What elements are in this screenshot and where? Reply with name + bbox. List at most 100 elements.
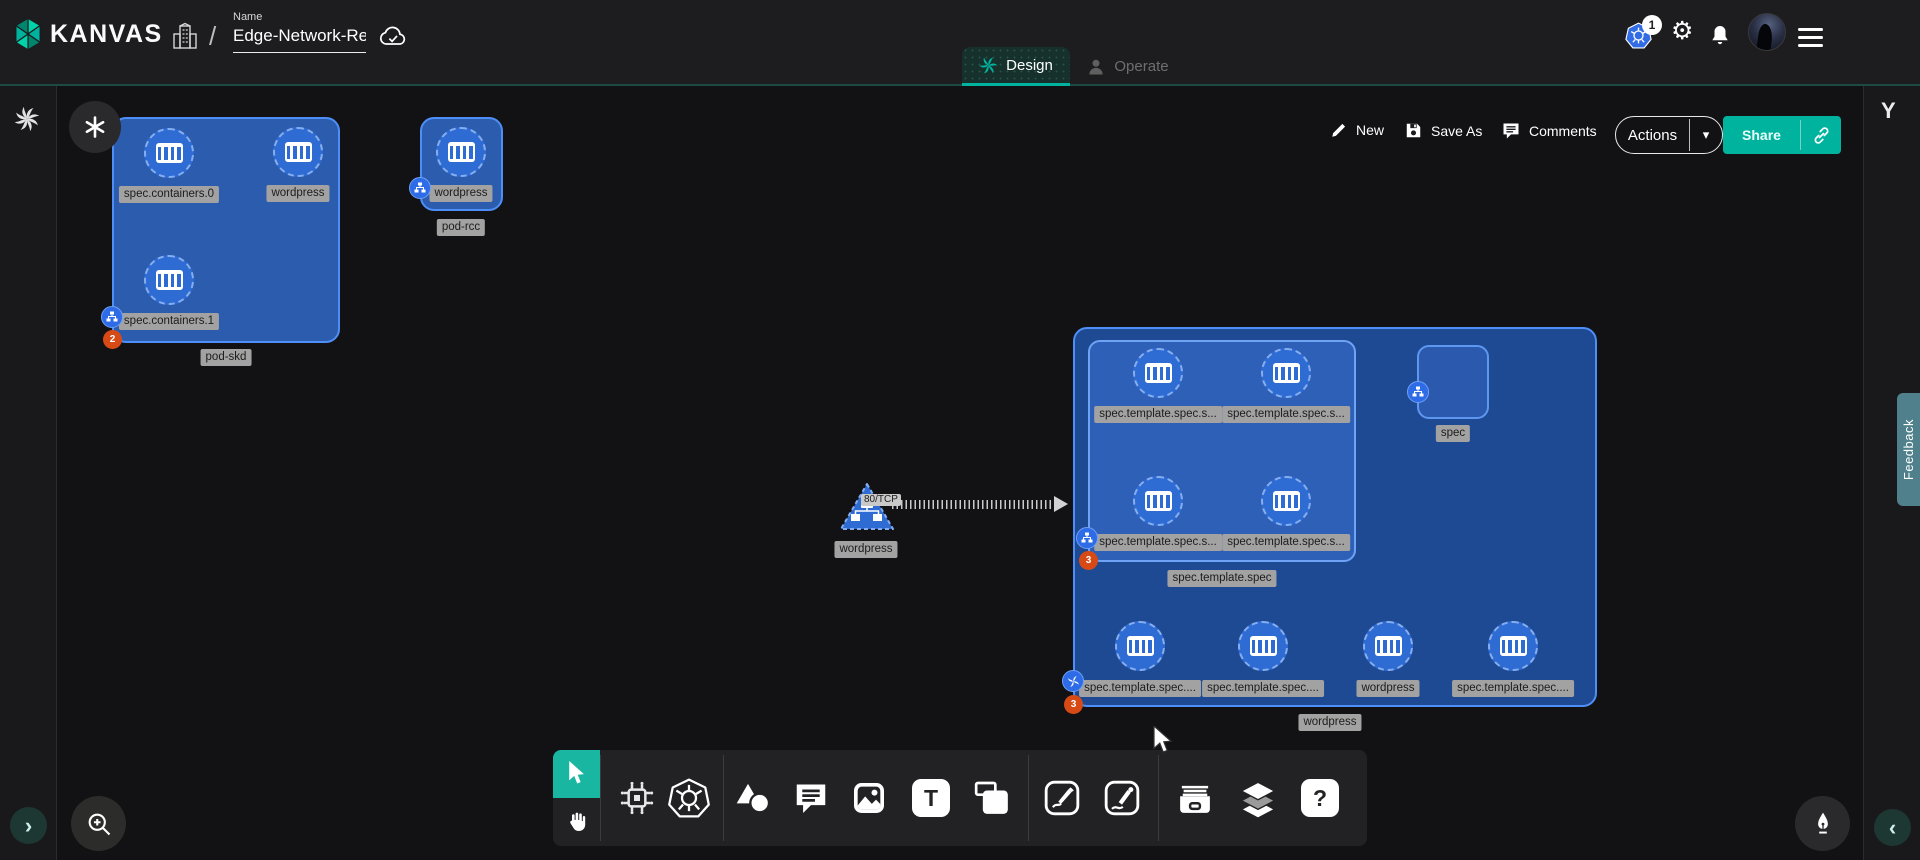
share-label: Share <box>1723 116 1800 154</box>
container-icon <box>1145 491 1172 511</box>
kanvas-logo-icon <box>13 17 43 51</box>
copy-link-button[interactable] <box>1801 116 1841 154</box>
logo-text: KANVAS <box>50 20 163 49</box>
sitemap-icon <box>1081 532 1093 544</box>
node-spec-containers-0[interactable] <box>144 128 194 178</box>
node-template-container[interactable] <box>1261 348 1311 398</box>
comment-bubble-icon <box>792 779 830 817</box>
chevron-right-icon: › <box>25 815 32 837</box>
group-label: wordpress <box>1298 714 1361 731</box>
container-icon <box>1500 636 1527 656</box>
expand-left-panel-button[interactable]: › <box>10 807 47 844</box>
actions-button[interactable]: Actions ▾ <box>1615 116 1723 154</box>
relationship-badge[interactable] <box>1407 381 1429 403</box>
container-icon <box>1145 363 1172 383</box>
collapse-right-panel-button[interactable]: ‹ <box>1874 809 1911 846</box>
group-spec[interactable] <box>1417 345 1489 419</box>
breadcrumb-separator: / <box>209 21 216 52</box>
feedback-tab[interactable]: Feedback <box>1897 393 1920 506</box>
tab-operate-label: Operate <box>1114 58 1168 75</box>
new-button[interactable]: New <box>1330 121 1384 139</box>
zoom-search-button[interactable] <box>71 796 126 851</box>
pencil-icon <box>1330 121 1348 139</box>
node-wordpress-container[interactable] <box>273 127 323 177</box>
relationship-badge[interactable] <box>101 306 123 328</box>
integrations-tool-button[interactable] <box>617 778 657 818</box>
node-label: spec.containers.1 <box>119 313 219 330</box>
node-label: spec.template.spec.s... <box>1222 534 1350 551</box>
design-name-input[interactable]: Edge-Network-Relatio <box>233 26 366 53</box>
help-tool-button[interactable]: ? <box>1301 779 1339 817</box>
count-badge[interactable]: 2 <box>103 330 122 349</box>
tab-operate[interactable]: Operate <box>1070 47 1185 86</box>
user-avatar[interactable] <box>1748 13 1786 51</box>
service-label: wordpress <box>834 541 897 558</box>
kubernetes-helm-icon <box>668 777 710 819</box>
canvas-snap-button[interactable] <box>69 101 121 153</box>
group-spec-template-spec[interactable] <box>1088 340 1356 562</box>
container-icon <box>1250 636 1277 656</box>
shapes-tool-button[interactable] <box>733 778 773 818</box>
node-deployment-container[interactable] <box>1363 621 1413 671</box>
share-button[interactable]: Share <box>1723 116 1841 154</box>
kanvas-logo[interactable]: KANVAS <box>13 17 163 51</box>
pan-tool-button[interactable] <box>553 798 600 846</box>
note-icon <box>972 778 1012 818</box>
node-template-container[interactable] <box>1133 476 1183 526</box>
notifications-bell-button[interactable] <box>1708 22 1732 49</box>
drawer-tool-button[interactable] <box>1174 777 1216 819</box>
sitemap-icon <box>1412 386 1424 398</box>
kubernetes-context-button[interactable]: 1 <box>1625 22 1669 54</box>
node-spec-containers-1[interactable] <box>144 255 194 305</box>
kubernetes-count-badge: 1 <box>1642 15 1662 35</box>
node-deployment-container[interactable] <box>1115 621 1165 671</box>
pen-nib-icon <box>1810 811 1836 837</box>
edge-pen-tool-button[interactable] <box>1042 778 1082 818</box>
container-icon <box>156 270 183 290</box>
kubernetes-tool-button[interactable] <box>668 777 710 819</box>
select-tool-button[interactable] <box>553 750 600 798</box>
node-label: spec.template.spec.... <box>1202 680 1324 697</box>
layers-tool-button[interactable] <box>1237 777 1279 819</box>
node-label: spec.template.spec.... <box>1079 680 1201 697</box>
count-badge[interactable]: 3 <box>1064 695 1083 714</box>
node-template-container[interactable] <box>1261 476 1311 526</box>
relationship-badge[interactable] <box>1062 670 1084 692</box>
edge-service-to-deployment[interactable] <box>892 500 1056 509</box>
save-as-button[interactable]: Save As <box>1404 121 1482 140</box>
container-icon <box>1273 491 1300 511</box>
organization-icon[interactable] <box>172 22 198 50</box>
yaml-panel-button[interactable]: Y <box>1881 98 1896 124</box>
shapes-icon <box>733 778 773 818</box>
node-service-wordpress[interactable] <box>838 481 896 533</box>
node-wordpress-container[interactable] <box>436 127 486 177</box>
group-label: spec.template.spec <box>1167 570 1276 587</box>
node-label: spec.template.spec.... <box>1452 680 1574 697</box>
text-tool-icon: T <box>912 779 950 817</box>
node-deployment-container[interactable] <box>1488 621 1538 671</box>
header: KANVAS / Name Edge-Network-Relatio 1 <box>0 0 1920 86</box>
node-template-container[interactable] <box>1133 348 1183 398</box>
draw-pen-button[interactable] <box>1795 796 1850 851</box>
comments-button[interactable]: Comments <box>1501 121 1597 141</box>
relationship-badge[interactable] <box>1076 527 1098 549</box>
comment-tool-button[interactable] <box>792 779 830 817</box>
count-badge[interactable]: 3 <box>1079 551 1098 570</box>
note-tool-button[interactable] <box>972 778 1012 818</box>
history-swirl-icon[interactable] <box>14 106 40 132</box>
freehand-draw-tool-button[interactable] <box>1102 778 1142 818</box>
save-as-label: Save As <box>1431 123 1482 139</box>
relationship-badge[interactable] <box>409 177 431 199</box>
toolbar-divider <box>1158 755 1159 841</box>
container-icon <box>156 143 183 163</box>
tab-design[interactable]: Design <box>962 47 1070 86</box>
group-label: spec <box>1436 425 1470 442</box>
node-deployment-container[interactable] <box>1238 621 1288 671</box>
cloud-saved-icon <box>377 24 409 48</box>
settings-gear-button[interactable]: ⚙ <box>1671 19 1693 44</box>
image-tool-button[interactable] <box>849 778 889 818</box>
container-icon <box>285 142 312 162</box>
actions-caret[interactable]: ▾ <box>1690 117 1722 153</box>
text-tool-button[interactable]: T <box>912 779 950 817</box>
menu-hamburger-button[interactable] <box>1798 28 1823 47</box>
